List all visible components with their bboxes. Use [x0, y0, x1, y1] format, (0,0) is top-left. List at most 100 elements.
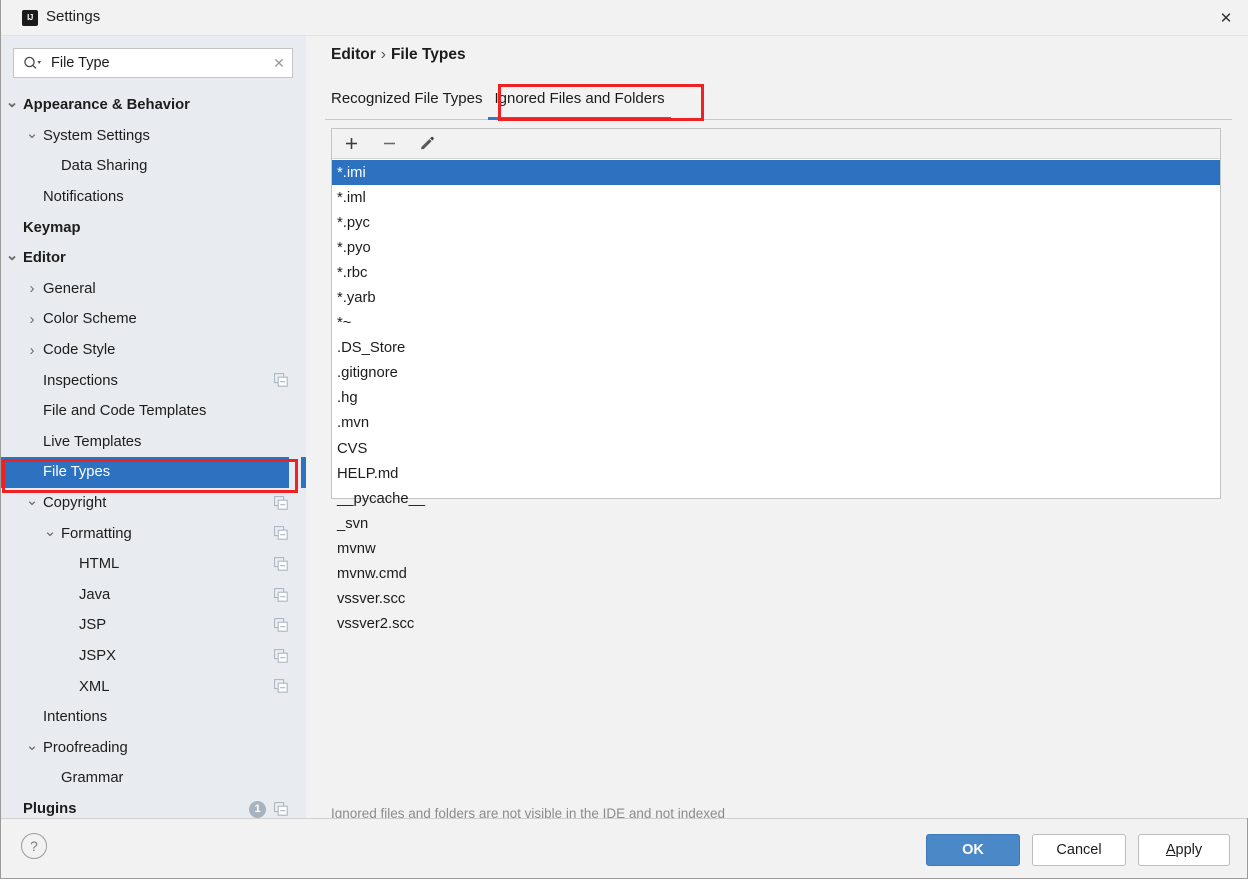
copy-settings-icon[interactable]: [274, 587, 288, 602]
sidebar-item-xml[interactable]: XML: [1, 671, 306, 702]
sidebar-item-editor[interactable]: ⌄ Editor: [1, 243, 306, 274]
ignored-list-item[interactable]: mvnw: [332, 536, 1220, 561]
ignored-list-item[interactable]: vssver2.scc: [332, 612, 1220, 637]
sidebar-item-live-templates[interactable]: Live Templates: [1, 427, 306, 458]
copy-settings-icon[interactable]: [274, 556, 288, 571]
chevron-right-icon[interactable]: ›: [25, 342, 39, 359]
ignored-list-item[interactable]: *.yarb: [332, 285, 1220, 310]
ignored-list-item[interactable]: _svn: [332, 511, 1220, 536]
settings-dialog: IJ Settings ✕ ✕ ⌄Appearance & Behavior⌄S…: [0, 0, 1248, 879]
ignored-list-item[interactable]: *~: [332, 311, 1220, 336]
close-icon[interactable]: ✕: [1203, 0, 1248, 36]
ignored-pattern-label: CVS: [337, 440, 368, 457]
copy-settings-icon[interactable]: [274, 495, 288, 510]
ignored-list-item[interactable]: .hg: [332, 386, 1220, 411]
sidebar-item-label: Formatting: [61, 525, 132, 542]
copy-settings-icon[interactable]: [274, 373, 288, 388]
copy-settings-icon[interactable]: [274, 679, 288, 694]
sidebar-item-jsp[interactable]: JSP: [1, 610, 306, 641]
sidebar-item-formatting[interactable]: ⌄ Formatting: [1, 518, 306, 549]
clear-search-icon[interactable]: ✕: [266, 49, 292, 77]
settings-content: Editor › File Types Recognized File Types I…: [307, 36, 1248, 821]
sidebar-item-label: File Types: [43, 464, 111, 481]
ignored-list-item[interactable]: *.pyc: [332, 210, 1220, 235]
sidebar-item-label: JSP: [79, 617, 107, 634]
chevron-down-icon[interactable]: ⌄: [25, 737, 39, 754]
breadcrumb-root: Editor: [331, 46, 376, 63]
sidebar-scrollbar-track[interactable]: [289, 128, 589, 788]
ignored-list-panel: *.imi *.iml *.pyc *.pyo *.rbc *.yarb *~ .DS_Sto…: [331, 128, 1221, 632]
tab-recognized-file-types[interactable]: Recognized File Types: [325, 85, 488, 119]
ignored-pattern-label: *.pyo: [337, 239, 371, 256]
ignored-list-item[interactable]: vssver.scc: [332, 587, 1220, 612]
add-button[interactable]: [340, 133, 362, 155]
ignored-list-item[interactable]: .DS_Store: [332, 336, 1220, 361]
breadcrumb: Editor › File Types: [331, 46, 466, 64]
search-field[interactable]: ✕: [13, 48, 293, 78]
chevron-down-icon[interactable]: ⌄: [43, 523, 57, 540]
sidebar-item-file-and-code-templates[interactable]: File and Code Templates: [1, 396, 306, 427]
sidebar-item-data-sharing[interactable]: Data Sharing: [1, 151, 306, 182]
sidebar-item-color-scheme[interactable]: › Color Scheme: [1, 304, 306, 335]
chevron-down-icon[interactable]: ⌄: [25, 125, 39, 142]
ignored-list-item[interactable]: .mvn: [332, 411, 1220, 436]
sidebar-item-html[interactable]: HTML: [1, 549, 306, 580]
copy-settings-icon[interactable]: [274, 526, 288, 541]
sidebar-item-label: File and Code Templates: [43, 403, 207, 420]
apply-button[interactable]: Apply: [1138, 834, 1230, 866]
ignored-list-item[interactable]: .gitignore: [332, 361, 1220, 386]
chevron-down-icon[interactable]: ⌄: [5, 247, 19, 264]
sidebar-item-appearance-behavior[interactable]: ⌄ Appearance & Behavior: [1, 90, 306, 121]
sidebar-item-label: HTML: [79, 556, 120, 573]
chevron-down-icon[interactable]: ⌄: [5, 94, 19, 111]
help-button[interactable]: ?: [21, 833, 47, 859]
remove-button[interactable]: [378, 133, 400, 155]
ignored-pattern-label: HELP.md: [337, 465, 399, 482]
apply-mnemonic: A: [1165, 842, 1176, 858]
chevron-right-icon[interactable]: ›: [25, 311, 39, 328]
sidebar-item-code-style[interactable]: › Code Style: [1, 335, 306, 366]
sidebar-item-general[interactable]: › General: [1, 274, 306, 305]
ignored-list-item[interactable]: *.rbc: [332, 260, 1220, 285]
tab-label: Recognized File Types: [331, 90, 483, 107]
ignored-pattern-label: mvnw: [337, 540, 376, 557]
sidebar-item-label: Appearance & Behavior: [23, 97, 190, 114]
sidebar-item-intentions[interactable]: Intentions: [1, 702, 306, 733]
sidebar-item-label: Live Templates: [43, 433, 142, 450]
sidebar-item-jspx[interactable]: JSPX: [1, 641, 306, 672]
ignored-pattern-label: mvnw.cmd: [337, 566, 407, 583]
chevron-down-icon[interactable]: ⌄: [25, 492, 39, 509]
ignored-list-item[interactable]: *.pyo: [332, 235, 1220, 260]
sidebar-item-system-settings[interactable]: ⌄ System Settings: [1, 121, 306, 152]
sidebar-item-keymap[interactable]: Keymap: [1, 212, 306, 243]
ignored-list-item[interactable]: __pycache__: [332, 486, 1220, 511]
search-input[interactable]: [43, 55, 266, 71]
sidebar-item-proofreading[interactable]: ⌄ Proofreading: [1, 732, 306, 763]
edit-pencil-icon[interactable]: [416, 133, 438, 155]
list-toolbar: [332, 129, 1220, 159]
ignored-pattern-label: *.pyc: [337, 214, 370, 231]
ok-button[interactable]: OK: [926, 834, 1020, 866]
sidebar-item-file-types[interactable]: File Types: [1, 457, 306, 488]
ignored-list-item[interactable]: mvnw.cmd: [332, 562, 1220, 587]
sidebar-item-notifications[interactable]: Notifications: [1, 182, 306, 213]
ignored-list-item[interactable]: CVS: [332, 436, 1220, 461]
sidebar-item-label: Data Sharing: [61, 158, 148, 175]
chevron-right-icon[interactable]: ›: [25, 280, 39, 297]
sidebar-item-java[interactable]: Java: [1, 580, 306, 611]
copy-settings-icon[interactable]: [274, 801, 288, 816]
intellij-idea-icon: IJ: [22, 10, 38, 26]
sidebar-item-label: Intentions: [43, 709, 108, 726]
sidebar-item-label: System Settings: [43, 127, 150, 144]
sidebar-item-copyright[interactable]: ⌄ Copyright: [1, 488, 306, 519]
copy-settings-icon[interactable]: [274, 648, 288, 663]
sidebar-item-grammar[interactable]: Grammar: [1, 763, 306, 794]
copy-settings-icon[interactable]: [274, 618, 288, 632]
sidebar-item-inspections[interactable]: Inspections: [1, 365, 306, 396]
tab-ignored-files-and-folders[interactable]: Ignored Files and Folders: [488, 85, 671, 120]
ignored-list-item[interactable]: *.imi: [332, 160, 1220, 186]
cancel-button[interactable]: Cancel: [1032, 834, 1126, 866]
sidebar-item-plugins[interactable]: Plugins 1: [1, 794, 306, 818]
ignored-list-item[interactable]: HELP.md: [332, 461, 1220, 486]
ignored-list-item[interactable]: *.iml: [332, 185, 1220, 210]
